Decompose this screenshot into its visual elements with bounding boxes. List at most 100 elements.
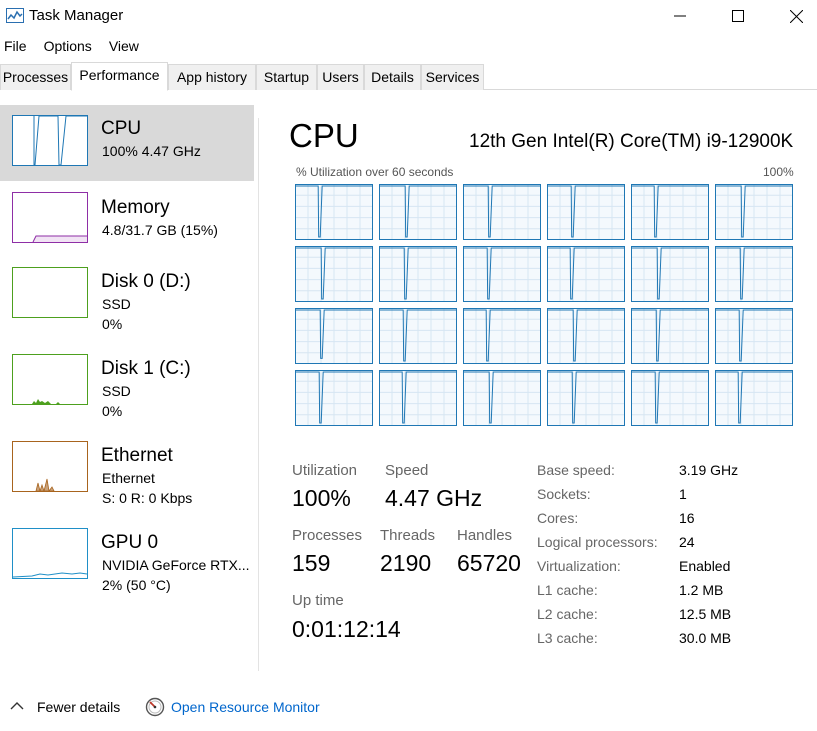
processes-label: Processes bbox=[292, 527, 363, 544]
logical-processor-graph bbox=[295, 370, 373, 426]
sidebar-item-title: Ethernet bbox=[101, 445, 173, 466]
logical-processor-graph bbox=[547, 246, 625, 302]
sidebar-item-title: Memory bbox=[101, 197, 170, 218]
logical-processor-graph bbox=[631, 370, 709, 426]
disk1-thumbnail-graph bbox=[12, 354, 88, 405]
speed-value: 4.47 GHz bbox=[385, 485, 483, 511]
logical-processor-graph bbox=[547, 184, 625, 240]
spec-label: L3 cache: bbox=[537, 630, 598, 646]
menu-view[interactable]: View bbox=[109, 35, 139, 57]
sidebar-item-disk1[interactable]: Disk 1 (C:) SSD 0% bbox=[0, 348, 254, 424]
sidebar-item-detail: 0% bbox=[102, 403, 123, 419]
tab-startup[interactable]: Startup bbox=[256, 64, 317, 90]
spec-value: Enabled bbox=[679, 558, 731, 574]
tab-details[interactable]: Details bbox=[364, 64, 421, 90]
spec-label: Base speed: bbox=[537, 462, 615, 478]
logical-processor-graphs bbox=[295, 184, 793, 426]
spec-value: 16 bbox=[679, 510, 695, 526]
logical-processor-graph bbox=[379, 370, 457, 426]
sidebar-item-ethernet[interactable]: Ethernet Ethernet S: 0 R: 0 Kbps bbox=[0, 435, 254, 511]
menu-file[interactable]: File bbox=[4, 35, 27, 57]
ethernet-thumbnail-graph bbox=[12, 441, 88, 492]
sidebar-item-disk0[interactable]: Disk 0 (D:) SSD 0% bbox=[0, 261, 254, 337]
sidebar-item-detail: SSD bbox=[102, 383, 131, 399]
sidebar-item-gpu0[interactable]: GPU 0 NVIDIA GeForce RTX... 2% (50 °C) bbox=[0, 522, 254, 598]
spec-value: 1.2 MB bbox=[679, 582, 724, 598]
sidebar-item-memory[interactable]: Memory 4.8/31.7 GB (15%) bbox=[0, 187, 254, 263]
logical-processor-graph bbox=[631, 308, 709, 364]
minimize-icon bbox=[674, 15, 686, 17]
graph-caption: % Utilization over 60 seconds bbox=[296, 165, 454, 179]
handles-value: 65720 bbox=[457, 550, 521, 576]
spec-value: 30.0 MB bbox=[679, 630, 732, 646]
speed-label: Speed bbox=[385, 462, 429, 479]
chevron-up-icon[interactable] bbox=[10, 701, 24, 711]
threads-value: 2190 bbox=[380, 550, 432, 576]
sidebar-item-detail: SSD bbox=[102, 296, 131, 312]
logical-processor-graph bbox=[631, 246, 709, 302]
spec-label: L1 cache: bbox=[537, 582, 598, 598]
logical-processor-graph bbox=[295, 308, 373, 364]
spec-label: L2 cache: bbox=[537, 606, 598, 622]
spec-label: Logical processors: bbox=[537, 534, 658, 550]
logical-processor-graph bbox=[715, 246, 793, 302]
sidebar-item-detail: NVIDIA GeForce RTX... bbox=[102, 557, 250, 573]
logical-processor-graph bbox=[631, 184, 709, 240]
open-resource-monitor-link[interactable]: Open Resource Monitor bbox=[171, 699, 320, 715]
sidebar-item-detail: S: 0 R: 0 Kbps bbox=[102, 490, 193, 506]
sidebar-item-detail: 100% 4.47 GHz bbox=[102, 143, 201, 159]
sidebar-item-detail: 2% (50 °C) bbox=[102, 577, 171, 593]
logical-processor-graph bbox=[379, 184, 457, 240]
close-icon bbox=[789, 9, 803, 23]
tab-bar: Processes Performance App history Startu… bbox=[0, 62, 817, 91]
page-title: CPU bbox=[289, 117, 359, 154]
tab-app-history[interactable]: App history bbox=[168, 64, 256, 90]
logical-processor-graph bbox=[295, 184, 373, 240]
tab-performance[interactable]: Performance bbox=[71, 62, 168, 91]
sidebar-item-title: GPU 0 bbox=[101, 532, 159, 553]
window-title: Task Manager bbox=[29, 7, 124, 24]
cpu-thumbnail-graph bbox=[12, 115, 88, 166]
tab-services[interactable]: Services bbox=[421, 64, 484, 90]
resource-monitor-icon bbox=[145, 697, 165, 717]
logical-processor-graph bbox=[463, 308, 541, 364]
logical-processor-graph bbox=[463, 246, 541, 302]
minimize-button[interactable] bbox=[657, 0, 703, 32]
logical-processor-graph bbox=[463, 370, 541, 426]
menu-options[interactable]: Options bbox=[44, 35, 92, 57]
logical-processor-graph bbox=[547, 308, 625, 364]
sidebar-item-detail: 0% bbox=[102, 316, 123, 332]
sidebar-item-detail: 4.8/31.7 GB (15%) bbox=[102, 222, 218, 238]
menu-bar: File Options View bbox=[0, 35, 139, 57]
close-button[interactable] bbox=[773, 0, 817, 32]
gpu-thumbnail-graph bbox=[12, 528, 88, 579]
fewer-details-button[interactable]: Fewer details bbox=[37, 699, 120, 715]
sidebar-item-cpu[interactable]: CPU 100% 4.47 GHz bbox=[0, 105, 254, 181]
sidebar-item-title: Disk 0 (D:) bbox=[101, 271, 191, 292]
sidebar-item-title: CPU bbox=[101, 118, 142, 139]
handles-label: Handles bbox=[457, 527, 513, 544]
logical-processor-graph bbox=[715, 370, 793, 426]
logical-processor-graph bbox=[715, 184, 793, 240]
maximize-button[interactable] bbox=[715, 0, 761, 32]
footer-bar: Fewer details Open Resource Monitor bbox=[0, 695, 817, 723]
logical-processor-graph bbox=[379, 246, 457, 302]
task-manager-icon bbox=[6, 8, 24, 23]
tab-users[interactable]: Users bbox=[317, 64, 364, 90]
panel-divider bbox=[258, 118, 259, 671]
uptime-value: 0:01:12:14 bbox=[292, 616, 401, 642]
spec-label: Sockets: bbox=[537, 486, 591, 502]
logical-processor-graph bbox=[295, 246, 373, 302]
maximize-icon bbox=[732, 10, 744, 22]
spec-label: Virtualization: bbox=[537, 558, 621, 574]
logical-processor-graph bbox=[463, 184, 541, 240]
sidebar-item-title: Disk 1 (C:) bbox=[101, 358, 191, 379]
spec-value: 1 bbox=[679, 486, 687, 502]
memory-thumbnail-graph bbox=[12, 192, 88, 243]
utilization-label: Utilization bbox=[292, 462, 358, 479]
threads-label: Threads bbox=[380, 527, 436, 544]
spec-label: Cores: bbox=[537, 510, 579, 526]
tab-processes[interactable]: Processes bbox=[0, 64, 71, 90]
spec-value: 24 bbox=[679, 534, 695, 550]
disk0-thumbnail-graph bbox=[12, 267, 88, 318]
